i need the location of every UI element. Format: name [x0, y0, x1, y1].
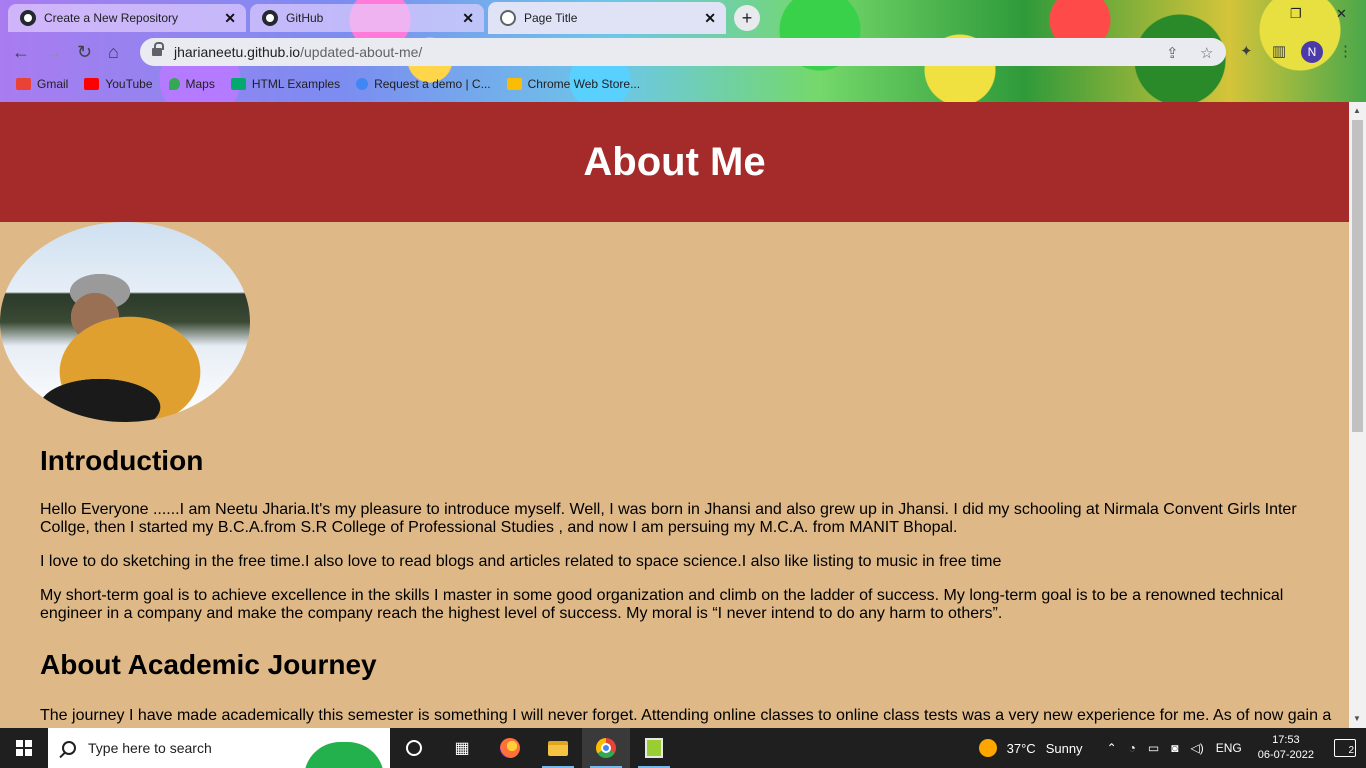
tab-page-title[interactable]: Page Title ✕: [488, 2, 726, 34]
url-path: /updated-about-me/: [300, 44, 423, 60]
tab-title: Create a New Repository: [44, 11, 179, 25]
chrome-button[interactable]: [582, 728, 630, 768]
menu-icon[interactable]: ⋮: [1338, 42, 1353, 60]
w3-icon: [230, 78, 246, 90]
profile-avatar[interactable]: N: [1301, 41, 1323, 63]
url-host: jharianeetu.github.io: [174, 44, 301, 60]
youtube-icon: [84, 78, 100, 90]
task-view-icon: ▦: [454, 740, 470, 757]
meet-now-icon[interactable]: ◙: [1171, 741, 1178, 755]
volume-icon[interactable]: ◁): [1190, 741, 1203, 755]
academic-paragraph: The journey I have made academically thi…: [40, 707, 1332, 724]
start-button[interactable]: [0, 728, 48, 768]
system-tray: 37°C Sunny ⌃ ◔ ▭ ◙ ◁) ENG 17:53 06-07-20…: [978, 728, 1366, 768]
github-icon: [20, 10, 36, 26]
clock-time: 17:53: [1272, 734, 1300, 746]
folder-icon: [548, 740, 568, 756]
taskbar: Type here to search ▦ 37°C Sunny ⌃ ◔ ▭ ◙…: [0, 728, 1366, 768]
intro-heading: Introduction: [40, 445, 204, 476]
github-icon: [262, 10, 278, 26]
page-title: About Me: [583, 139, 766, 184]
new-tab-button[interactable]: +: [734, 5, 760, 31]
bookmark-label: YouTube: [105, 77, 153, 91]
page-content: Introduction Hello Everyone ......I am N…: [40, 445, 1335, 728]
page-header: About Me: [0, 102, 1349, 222]
bookmark-request-demo[interactable]: Request a demo | C...: [356, 77, 491, 91]
bookmark-maps[interactable]: Maps: [168, 77, 215, 91]
close-icon[interactable]: ✕: [462, 10, 474, 27]
language-indicator[interactable]: ENG: [1216, 741, 1242, 755]
extensions-icon[interactable]: ✦: [1240, 42, 1253, 60]
search-icon: [62, 741, 76, 755]
close-icon[interactable]: ✕: [704, 10, 716, 27]
tab-title: Page Title: [524, 11, 578, 25]
back-icon[interactable]: ←: [12, 42, 30, 62]
academic-heading: About Academic Journey: [40, 649, 377, 680]
address-bar[interactable]: jharianeetu.github.io/updated-about-me/ …: [140, 38, 1226, 66]
notepad-button[interactable]: [630, 728, 678, 768]
chevron-up-icon[interactable]: ⌃: [1107, 741, 1117, 755]
close-icon[interactable]: ✕: [224, 10, 236, 27]
home-icon[interactable]: ⌂: [108, 42, 119, 62]
sun-icon[interactable]: [978, 739, 997, 757]
bookmark-label: Gmail: [37, 77, 69, 91]
intro-paragraph: Hello Everyone ......I am Neetu Jharia.I…: [40, 501, 1297, 536]
gmail-icon: [16, 78, 31, 90]
demo-icon: [356, 78, 369, 90]
file-explorer-button[interactable]: [534, 728, 582, 768]
weather-text[interactable]: Sunny: [1046, 741, 1083, 756]
side-panel-icon[interactable]: ▥: [1272, 42, 1286, 60]
browser-chrome: Create a New Repository ✕ GitHub ✕ Page …: [0, 0, 1366, 102]
clock-date: 06-07-2022: [1257, 749, 1314, 761]
bookmark-label: Chrome Web Store...: [527, 77, 641, 91]
notepad-icon: [645, 738, 663, 758]
bookmarks-bar: Gmail YouTube Maps HTML Examples Request…: [0, 72, 1366, 96]
hobbies-paragraph: I love to do sketching in the free time.…: [40, 553, 1002, 570]
reload-icon[interactable]: ↻: [77, 42, 92, 62]
webstore-icon: [506, 78, 522, 90]
notification-count: 2: [1348, 745, 1354, 756]
scroll-up-icon[interactable]: ▲: [1353, 106, 1361, 115]
bookmark-label: Request a demo | C...: [374, 77, 491, 91]
wifi-icon[interactable]: ◔: [1129, 741, 1136, 755]
bookmark-label: HTML Examples: [251, 77, 341, 91]
taskbar-search[interactable]: Type here to search: [48, 728, 390, 768]
windows-icon: [16, 740, 32, 756]
search-placeholder: Type here to search: [88, 740, 212, 756]
bookmark-label: Maps: [185, 77, 215, 91]
goals-paragraph: My short-term goal is to achieve excelle…: [40, 587, 1284, 622]
bookmark-html-examples[interactable]: HTML Examples: [230, 77, 341, 91]
notifications-button[interactable]: 2: [1334, 739, 1356, 757]
bookmark-star-icon[interactable]: ☆: [1200, 44, 1213, 62]
scroll-down-icon[interactable]: ▼: [1353, 714, 1361, 723]
maps-icon: [168, 78, 180, 90]
page-viewport: About Me Introduction Hello Everyone ...…: [0, 102, 1349, 728]
bookmark-gmail[interactable]: Gmail: [16, 77, 68, 91]
forward-icon[interactable]: →: [44, 42, 62, 62]
weather-temp[interactable]: 37°C: [1007, 741, 1036, 756]
cortana-icon: [406, 740, 422, 756]
tab-create-repository[interactable]: Create a New Repository ✕: [8, 4, 246, 32]
lock-icon[interactable]: [152, 42, 164, 57]
cortana-button[interactable]: [390, 728, 438, 768]
profile-photo: [0, 222, 250, 422]
battery-icon[interactable]: ▭: [1148, 741, 1159, 755]
browser-toolbar: ← → ↻ ⌂ jharianeetu.github.io/updated-ab…: [0, 34, 1366, 70]
firefox-button[interactable]: [486, 728, 534, 768]
tab-title: GitHub: [286, 11, 324, 25]
scroll-thumb[interactable]: [1352, 120, 1363, 432]
globe-icon: [500, 10, 516, 26]
close-window-icon[interactable]: ✕: [1336, 6, 1347, 22]
page-scrollbar[interactable]: ▲ ▼: [1349, 102, 1366, 728]
task-view-button[interactable]: ▦: [438, 728, 486, 768]
share-icon[interactable]: ⇪: [1166, 44, 1179, 62]
restore-window-icon[interactable]: ❐: [1290, 6, 1302, 22]
bookmark-chrome-web-store[interactable]: Chrome Web Store...: [506, 77, 641, 91]
search-highlight-icon: [304, 742, 384, 768]
tab-github[interactable]: GitHub ✕: [250, 4, 484, 32]
clock[interactable]: 17:53 06-07-2022: [1258, 733, 1314, 763]
firefox-icon: [500, 738, 520, 758]
chrome-icon: [596, 738, 616, 758]
bookmark-youtube[interactable]: YouTube: [84, 77, 153, 91]
